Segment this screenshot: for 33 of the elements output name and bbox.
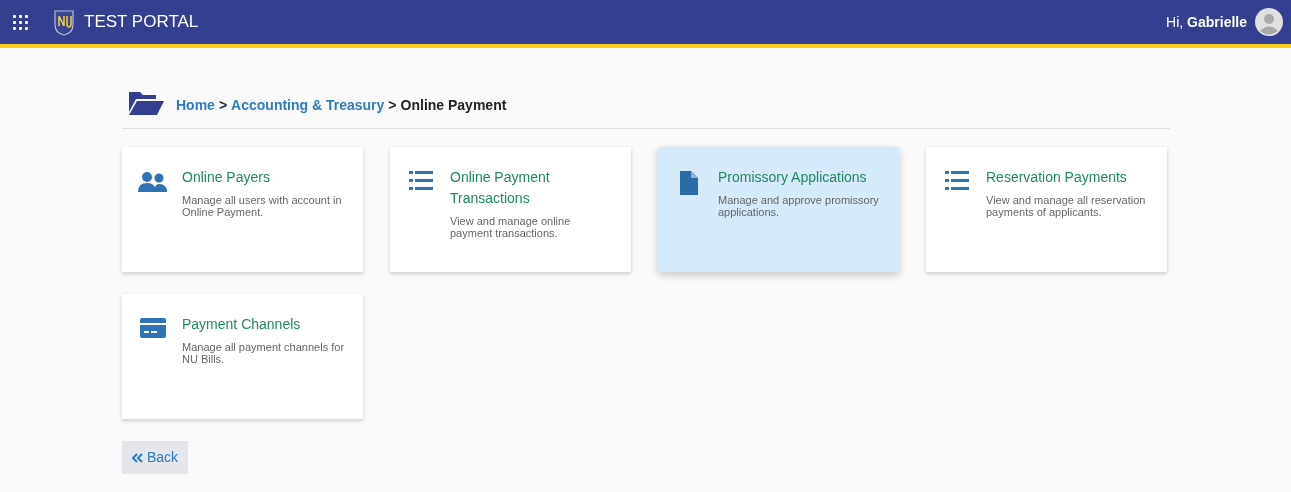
menu-tile[interactable]: Promissory Applications Manage and approve promissory applications. xyxy=(658,147,899,272)
folder-icon xyxy=(128,90,164,116)
list-icon xyxy=(945,171,969,190)
user-greeting: Hi, Gabrielle xyxy=(1166,12,1247,32)
list-icon xyxy=(409,171,433,190)
breadcrumb-current: Online Payment xyxy=(400,96,507,115)
tile-description: View and manage online payment transactions. xyxy=(450,215,572,240)
breadcrumb-separator: > xyxy=(388,96,397,115)
portal-title: TEST PORTAL xyxy=(84,11,199,34)
credit-card-icon xyxy=(140,318,166,338)
breadcrumb-separator: > xyxy=(218,96,228,115)
tile-title: Online Payment Transactions xyxy=(450,168,551,208)
tile-title: Payment Channels xyxy=(182,315,302,334)
avatar-icon[interactable] xyxy=(1255,8,1283,36)
breadcrumb-link[interactable]: Accounting & Treasury xyxy=(231,95,385,116)
tile-title: Promissory Applications xyxy=(718,168,868,187)
back-button[interactable]: Back xyxy=(122,441,189,474)
tile-description: View and manage all reservation payments of applicants. xyxy=(986,194,1147,219)
tile-description: Manage all payment channels for NU Bills. xyxy=(182,341,346,366)
document-icon xyxy=(680,171,698,195)
menu-tile[interactable]: Online Payment Transactions View and manage online payment transactions. xyxy=(390,147,631,272)
breadcrumb-link[interactable]: Home xyxy=(176,95,215,116)
menu-tile[interactable]: Payment Channels Manage all payment channels for NU Bills. xyxy=(122,294,363,419)
tile-title: Online Payers xyxy=(182,168,271,187)
menu-tile[interactable]: Reservation Payments View and manage all reservation payments of applicants. xyxy=(926,147,1167,272)
tile-title: Reservation Payments xyxy=(986,168,1128,187)
apps-menu-icon[interactable] xyxy=(12,14,28,30)
double-chevron-left-icon xyxy=(132,452,143,463)
tile-description: Manage all users with account in Online Payment. xyxy=(182,194,343,219)
menu-tile[interactable]: Online Payers Manage all users with account in Online Payment. xyxy=(122,147,363,272)
people-icon xyxy=(138,171,168,193)
logo-icon xyxy=(52,8,76,36)
tile-description: Manage and approve promissory applications. xyxy=(718,194,880,219)
